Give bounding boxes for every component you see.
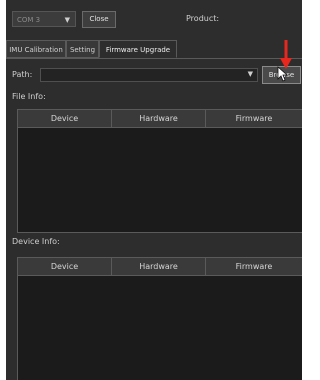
toolbar: COM 3 ▼ Close Product:: [6, 10, 302, 32]
close-button[interactable]: Close: [82, 11, 116, 28]
app-panel: COM 3 ▼ Close Product: IMU Calibration S…: [6, 0, 302, 380]
column-header-firmware[interactable]: Firmware: [206, 258, 302, 275]
mouse-cursor-icon: [277, 66, 287, 82]
column-header-hardware[interactable]: Hardware: [112, 110, 206, 127]
chevron-down-icon[interactable]: ▼: [65, 12, 70, 28]
file-info-label: File Info:: [12, 92, 46, 101]
path-input[interactable]: ▼: [40, 68, 258, 82]
column-header-device[interactable]: Device: [18, 258, 112, 275]
column-header-device[interactable]: Device: [18, 110, 112, 127]
product-label: Product:: [186, 14, 220, 23]
device-info-table: Device Hardware Firmware: [17, 257, 302, 380]
column-header-firmware[interactable]: Firmware: [206, 110, 302, 127]
tab-setting[interactable]: Setting: [66, 40, 99, 58]
tab-divider: [6, 58, 302, 59]
port-combo[interactable]: COM 3 ▼: [12, 11, 76, 27]
port-combo-value: COM 3: [17, 16, 41, 24]
chevron-down-icon[interactable]: ▼: [248, 70, 253, 78]
file-info-table-header: Device Hardware Firmware: [18, 110, 302, 128]
path-label: Path:: [12, 70, 33, 79]
file-info-table: Device Hardware Firmware: [17, 109, 302, 233]
device-info-label: Device Info:: [12, 237, 60, 246]
column-header-hardware[interactable]: Hardware: [112, 258, 206, 275]
tab-bar: IMU Calibration Setting Firmware Upgrade: [6, 40, 302, 58]
tab-imu-calibration[interactable]: IMU Calibration: [6, 40, 66, 58]
device-info-table-header: Device Hardware Firmware: [18, 258, 302, 276]
tab-firmware-upgrade[interactable]: Firmware Upgrade: [99, 40, 177, 58]
